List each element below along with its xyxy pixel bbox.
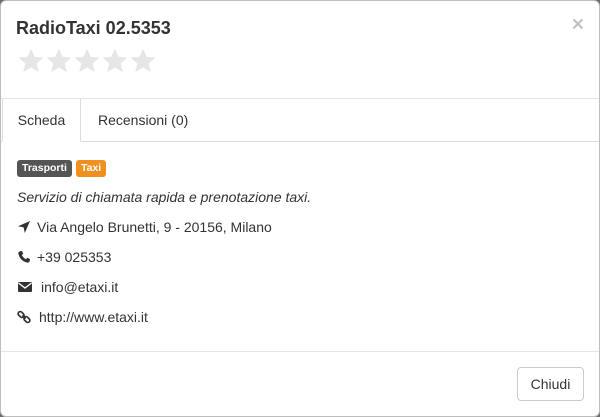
star-icon[interactable] bbox=[129, 46, 157, 76]
modal-dialog: RadioTaxi 02.5353 × Scheda Recensioni (0… bbox=[0, 0, 600, 417]
tab-content: Trasporti Taxi Servizio di chiamata rapi… bbox=[1, 142, 599, 352]
link-icon bbox=[17, 310, 31, 324]
phone-icon bbox=[17, 250, 31, 264]
close-footer-button[interactable]: Chiudi bbox=[517, 367, 584, 401]
close-button[interactable]: × bbox=[572, 14, 584, 35]
star-icon[interactable] bbox=[101, 46, 129, 76]
email-row: info@etaxi.it bbox=[17, 277, 118, 297]
star-icon[interactable] bbox=[17, 46, 45, 76]
star-icon[interactable] bbox=[45, 46, 73, 76]
website-row: http://www.etaxi.it bbox=[17, 307, 148, 327]
phone-row: +39 025353 bbox=[17, 247, 111, 267]
star-rating[interactable] bbox=[17, 46, 157, 78]
address-text: Via Angelo Brunetti, 9 - 20156, Milano bbox=[37, 219, 272, 235]
modal-header: RadioTaxi 02.5353 × bbox=[1, 1, 599, 99]
star-icon[interactable] bbox=[73, 46, 101, 76]
location-arrow-icon bbox=[17, 220, 31, 234]
tab-scheda[interactable]: Scheda bbox=[2, 99, 81, 142]
tab-recensioni[interactable]: Recensioni (0) bbox=[98, 99, 193, 142]
email-link[interactable]: info@etaxi.it bbox=[41, 277, 118, 297]
address-row: Via Angelo Brunetti, 9 - 20156, Milano bbox=[17, 217, 272, 237]
website-link[interactable]: http://www.etaxi.it bbox=[39, 307, 148, 327]
tab-bar: Scheda Recensioni (0) bbox=[1, 99, 599, 142]
category-label-trasporti: Trasporti bbox=[17, 160, 72, 177]
category-labels: Trasporti Taxi bbox=[17, 160, 107, 177]
phone-text[interactable]: +39 025353 bbox=[37, 247, 111, 267]
envelope-icon bbox=[17, 280, 33, 294]
modal-title: RadioTaxi 02.5353 bbox=[16, 18, 171, 38]
category-label-taxi: Taxi bbox=[75, 160, 107, 177]
description: Servizio di chiamata rapida e prenotazio… bbox=[17, 189, 312, 205]
